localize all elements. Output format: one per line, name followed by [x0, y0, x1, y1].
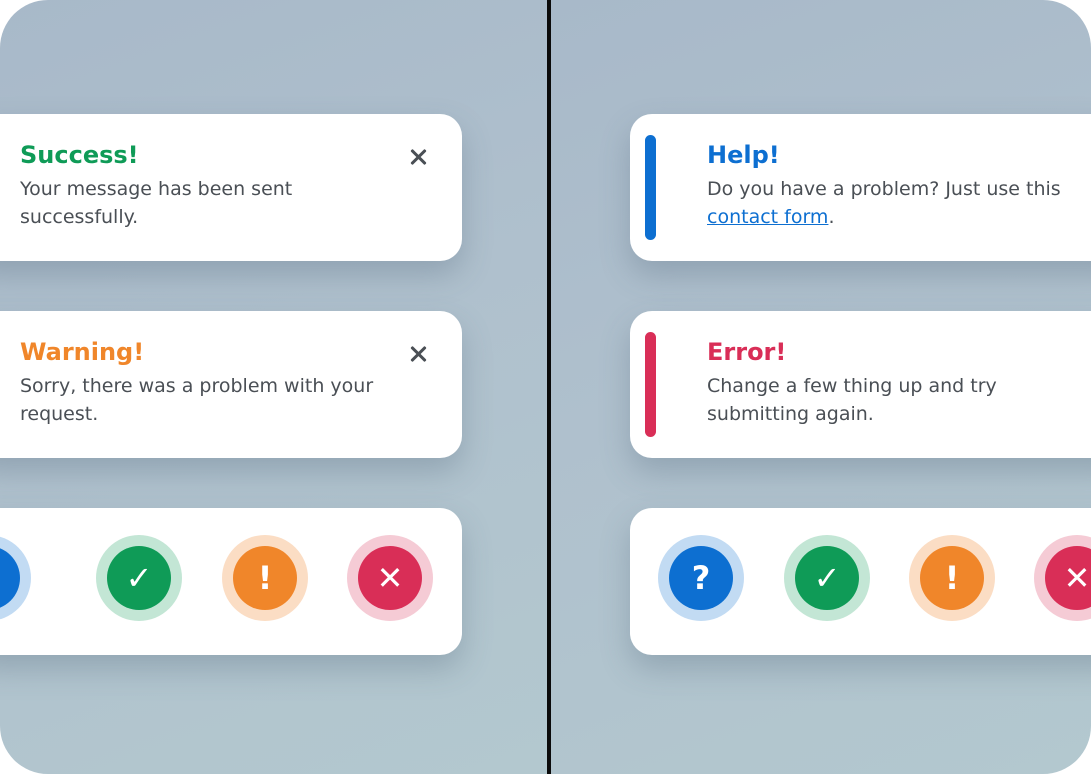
warning-icon[interactable]: ! [222, 535, 308, 621]
question-icon: ? [669, 546, 733, 610]
help-message: Do you have a problem? Just use this cont… [707, 175, 1091, 231]
error-title: Error! [707, 338, 787, 366]
right-panel: Help! Do you have a problem? Just use th… [551, 0, 1091, 774]
help-message-suffix: . [828, 206, 835, 228]
success-icon[interactable]: ✓ [784, 535, 870, 621]
help-alert: Help! Do you have a problem? Just use th… [630, 114, 1091, 261]
success-message: Your message has been sent successfully. [20, 178, 293, 228]
help-accent-bar [645, 135, 656, 240]
icon-row-card: ? ✓ ! ✕ [630, 508, 1091, 655]
help-title: Help! [707, 141, 780, 169]
close-x-icon: ✕ [358, 546, 422, 610]
help-icon[interactable]: ? [0, 535, 31, 621]
exclamation-icon: ! [233, 546, 297, 610]
close-icon[interactable] [407, 146, 429, 168]
close-x-icon: ✕ [1045, 546, 1091, 610]
success-title: Success! [20, 141, 139, 169]
error-icon[interactable]: ✕ [1034, 535, 1091, 621]
warning-alert: Warning! Sorry, there was a problem with… [0, 311, 462, 458]
exclamation-icon: ! [920, 546, 984, 610]
icon-row-card: ? ✓ ! ✕ [0, 508, 462, 655]
error-accent-bar [645, 332, 656, 437]
warning-icon[interactable]: ! [909, 535, 995, 621]
contact-form-link[interactable]: contact form [707, 206, 828, 228]
warning-message: Sorry, there was a problem with your req… [20, 375, 374, 425]
question-icon: ? [0, 546, 20, 610]
check-icon: ✓ [795, 546, 859, 610]
left-panel: Success! Your message has been sent succ… [0, 0, 547, 774]
help-icon[interactable]: ? [658, 535, 744, 621]
warning-title: Warning! [20, 338, 145, 366]
check-icon: ✓ [107, 546, 171, 610]
close-icon[interactable] [407, 343, 429, 365]
error-icon[interactable]: ✕ [347, 535, 433, 621]
error-message: Change a few thing up and try submitting… [707, 375, 997, 425]
screenshot-frame: Success! Your message has been sent succ… [0, 0, 1091, 774]
success-icon[interactable]: ✓ [96, 535, 182, 621]
help-message-text: Do you have a problem? Just use this [707, 178, 1061, 200]
success-alert: Success! Your message has been sent succ… [0, 114, 462, 261]
error-alert: Error! Change a few thing up and try sub… [630, 311, 1091, 458]
